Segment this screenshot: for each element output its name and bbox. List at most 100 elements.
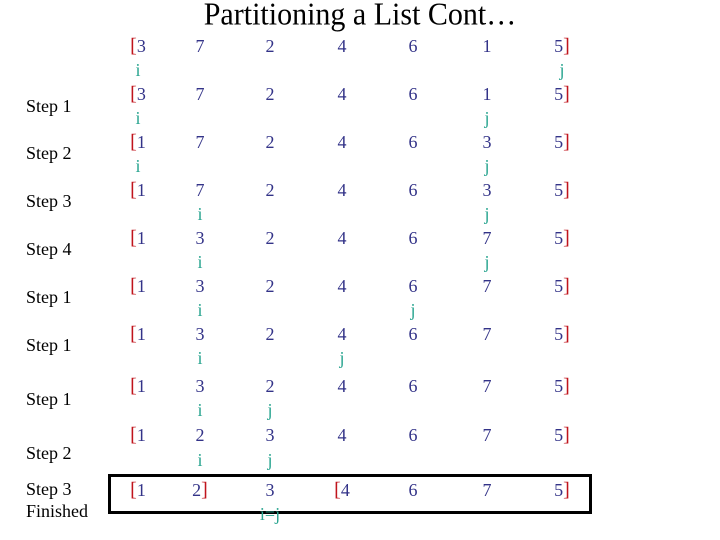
list-element: [3 xyxy=(130,36,146,56)
element-value: 4 xyxy=(337,84,347,104)
close-bracket: ] xyxy=(563,323,570,345)
list-element: 5] xyxy=(554,228,570,248)
list-element: 1 xyxy=(483,36,492,56)
element-value: 6 xyxy=(408,228,418,248)
element-value: 5 xyxy=(554,84,564,104)
list-element: 4 xyxy=(338,324,347,344)
element-value: 4 xyxy=(337,36,347,56)
list-element: 5] xyxy=(554,376,570,396)
close-bracket: ] xyxy=(563,83,570,105)
list-element: 2 xyxy=(196,425,205,445)
list-element: 6 xyxy=(409,425,418,445)
element-value: 6 xyxy=(408,84,418,104)
step-label: Step 1 xyxy=(26,389,72,409)
pointer-j: j xyxy=(484,204,490,224)
list-element: 6 xyxy=(409,180,418,200)
element-value: 2 xyxy=(265,276,275,296)
element-value: 4 xyxy=(337,132,347,152)
element-value: 2 xyxy=(265,84,275,104)
element-value: 5 xyxy=(554,228,564,248)
list-element: 5] xyxy=(554,480,570,500)
step-label: Step 4 xyxy=(26,239,72,259)
element-value: 3 xyxy=(195,324,205,344)
element-value: 3 xyxy=(482,180,492,200)
list-element: [1 xyxy=(130,425,146,445)
element-value: 3 xyxy=(482,132,492,152)
list-element: 5] xyxy=(554,36,570,56)
list-element: [1 xyxy=(130,324,146,344)
list-element: 7 xyxy=(196,84,205,104)
element-value: 7 xyxy=(482,425,492,445)
element-value: 7 xyxy=(482,480,492,500)
element-value: 3 xyxy=(195,376,205,396)
element-value: 7 xyxy=(482,324,492,344)
list-element: 5] xyxy=(554,276,570,296)
element-value: 6 xyxy=(408,132,418,152)
list-element: 5] xyxy=(554,425,570,445)
list-element: 4 xyxy=(338,36,347,56)
element-value: 4 xyxy=(337,425,347,445)
list-element: 3 xyxy=(196,276,205,296)
element-value: 2 xyxy=(265,324,275,344)
element-value: 7 xyxy=(195,180,205,200)
list-element: [1 xyxy=(130,132,146,152)
close-bracket: ] xyxy=(563,35,570,57)
list-element: 6 xyxy=(409,480,418,500)
list-element: 3 xyxy=(266,425,275,445)
pointer-j: j xyxy=(267,400,273,420)
list-element: 3 xyxy=(483,132,492,152)
close-bracket: ] xyxy=(201,479,208,501)
list-element: 4 xyxy=(338,376,347,396)
list-element: 7 xyxy=(483,480,492,500)
element-value: 5 xyxy=(554,324,564,344)
step-label: Step 1 xyxy=(26,96,72,116)
element-value: 2 xyxy=(265,228,275,248)
list-element: 2 xyxy=(266,132,275,152)
close-bracket: ] xyxy=(563,424,570,446)
open-bracket: [ xyxy=(130,479,137,501)
list-element: 6 xyxy=(409,228,418,248)
list-element: 4 xyxy=(338,180,347,200)
list-element: 2 xyxy=(266,276,275,296)
open-bracket: [ xyxy=(130,275,137,297)
element-value: 3 xyxy=(136,84,146,104)
list-element: 3 xyxy=(196,324,205,344)
list-element: 2 xyxy=(266,228,275,248)
element-value: 2 xyxy=(192,480,202,500)
list-element: 7 xyxy=(196,36,205,56)
close-bracket: ] xyxy=(563,179,570,201)
element-value: 3 xyxy=(265,425,275,445)
element-value: 5 xyxy=(554,132,564,152)
element-value: 4 xyxy=(337,376,347,396)
list-element: 2 xyxy=(266,180,275,200)
pointer-i-equals-j: i=j xyxy=(259,504,281,524)
list-element: 7 xyxy=(196,132,205,152)
list-element: 2 xyxy=(266,324,275,344)
list-element: 3 xyxy=(196,376,205,396)
step-label: Finished xyxy=(26,501,89,521)
open-bracket: [ xyxy=(334,479,341,501)
list-element: 3 xyxy=(266,480,275,500)
pointer-i: i xyxy=(197,204,203,224)
list-element: 4 xyxy=(338,228,347,248)
element-value: 6 xyxy=(408,425,418,445)
pointer-i: i xyxy=(197,450,203,470)
element-value: 4 xyxy=(337,276,347,296)
element-value: 1 xyxy=(136,180,146,200)
element-value: 5 xyxy=(554,480,564,500)
element-value: 1 xyxy=(482,36,492,56)
list-element: 6 xyxy=(409,276,418,296)
pointer-j: j xyxy=(267,450,273,470)
open-bracket: [ xyxy=(130,424,137,446)
element-value: 3 xyxy=(136,36,146,56)
open-bracket: [ xyxy=(130,35,137,57)
element-value: 2 xyxy=(265,376,275,396)
list-element: 7 xyxy=(483,276,492,296)
element-value: 7 xyxy=(195,84,205,104)
element-value: 1 xyxy=(136,376,146,396)
list-element: 5] xyxy=(554,84,570,104)
element-value: 5 xyxy=(554,276,564,296)
element-value: 7 xyxy=(195,36,205,56)
element-value: 4 xyxy=(337,324,347,344)
list-element: 6 xyxy=(409,324,418,344)
